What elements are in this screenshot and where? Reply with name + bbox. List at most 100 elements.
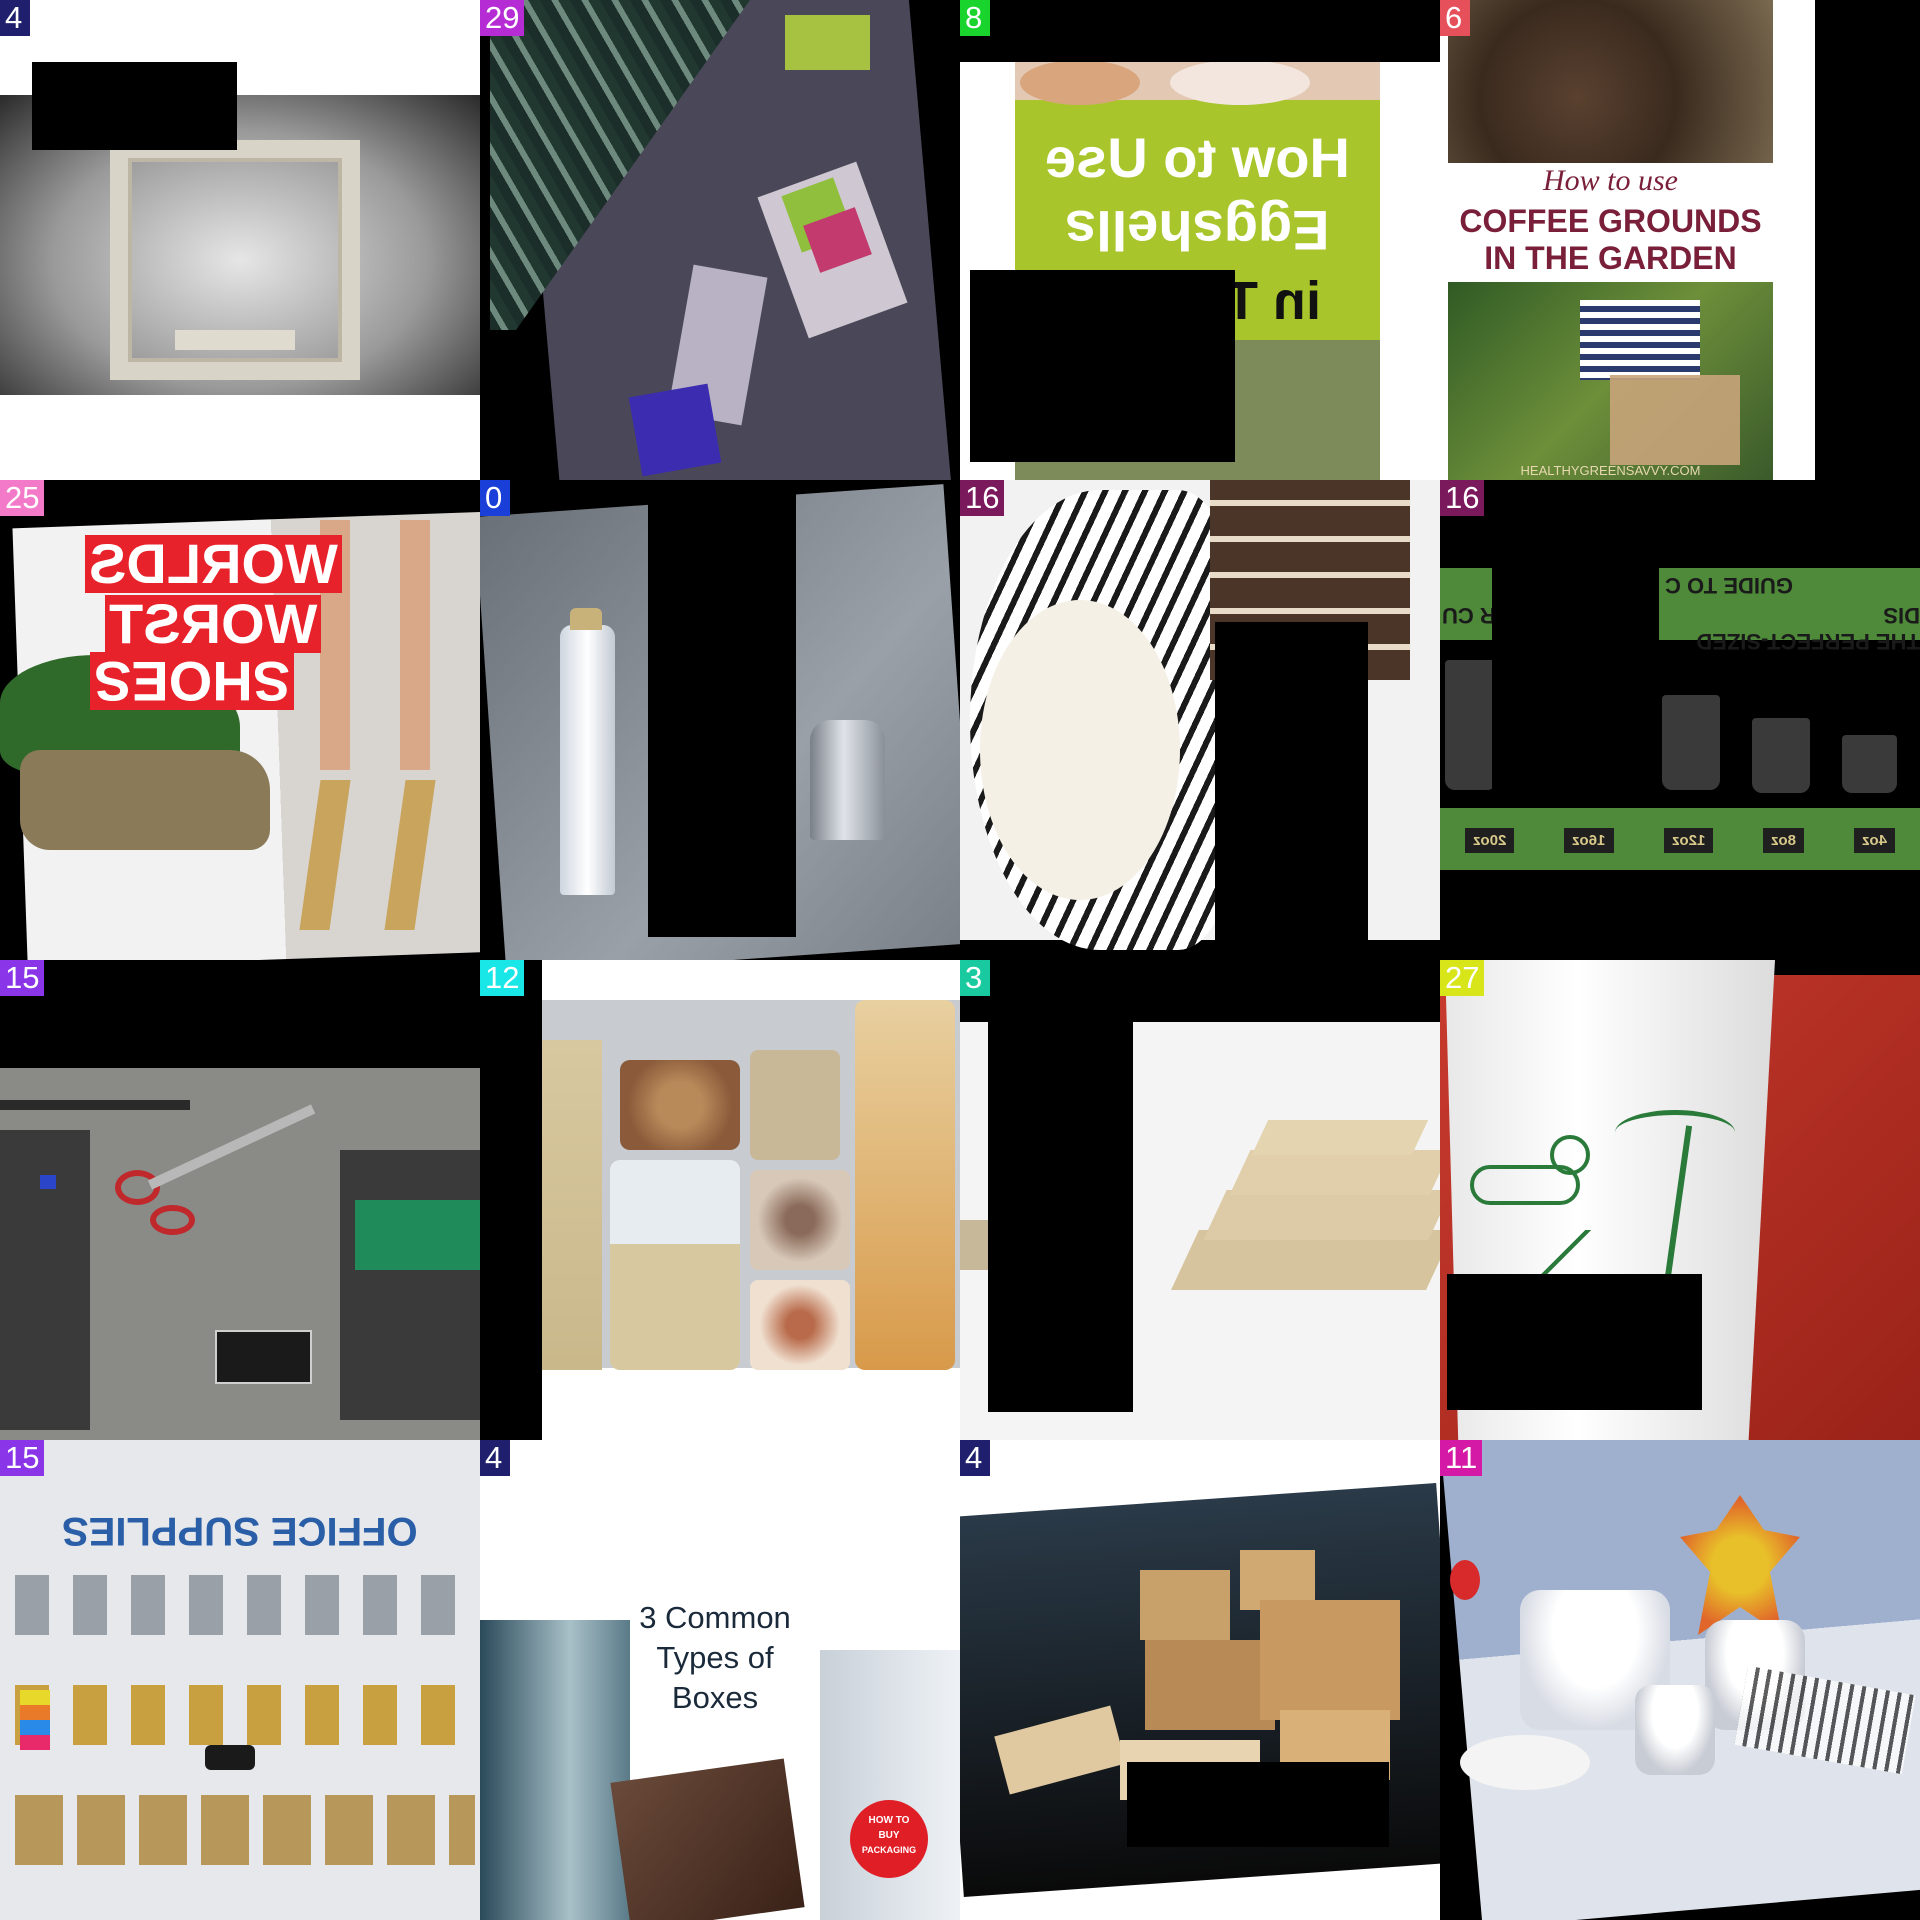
- tile-paper-cups: 16: [960, 480, 1440, 960]
- tile-badge: 16: [960, 480, 1005, 516]
- poster-title-line2: Types of: [656, 1640, 774, 1675]
- jar-rice: [610, 1160, 740, 1370]
- tile-badge: 3: [960, 960, 990, 996]
- jar-grain: [542, 1040, 602, 1370]
- redaction-box: [32, 62, 237, 150]
- poster-title-line3: in T: [1225, 271, 1321, 331]
- tile-foam-cup: 27: [1440, 960, 1920, 1440]
- highlighters-icon: [20, 1690, 50, 1750]
- stapler-icon: [205, 1745, 255, 1770]
- glass-jar-small: [1635, 1685, 1715, 1775]
- white-box: [820, 1650, 960, 1920]
- redaction-box: [1815, 0, 1920, 480]
- tile-tea-bags: 29: [480, 0, 960, 480]
- blue-clip: [40, 1175, 56, 1189]
- image-mosaic-grid: 4 29 How to Use Eggshells in T 8 How to …: [0, 0, 1920, 1920]
- can-nozzle: [570, 608, 602, 630]
- tile-badge: 16: [1440, 480, 1485, 516]
- tile-badge: 8: [960, 0, 990, 36]
- poster-title-line1: 3 Common: [639, 1600, 791, 1635]
- tile-cup-size-guide: GUIDE TO C THE PERFECT-SIZED DIS R CU 20…: [1440, 480, 1920, 960]
- redaction-box: [0, 960, 480, 1068]
- tile-coffee-grounds: How to use COFFEE GROUNDS IN THE GARDEN …: [1440, 0, 1920, 480]
- tile-box-pile: 4: [960, 1440, 1440, 1920]
- striped-shirt: [1580, 300, 1700, 380]
- redaction-box: [970, 270, 1235, 462]
- jar-mixed-beans: [750, 1280, 850, 1370]
- redaction-box: [1447, 1274, 1702, 1410]
- size-label: 8oz: [1762, 827, 1804, 853]
- tile-badge: 27: [1440, 960, 1485, 996]
- cardboard-box: [1140, 1570, 1230, 1640]
- cardboard-layer: [1251, 1120, 1429, 1155]
- tile-badge: 4: [0, 0, 30, 36]
- jar-pasta: [855, 1000, 955, 1370]
- tile-worst-shoes: WORLDS WORST SHOES 25: [0, 480, 480, 960]
- tile-pantry-jars: 12: [480, 960, 960, 1440]
- tea-bag-tag-blue: [628, 383, 722, 477]
- notebook-label: [355, 1200, 480, 1270]
- cloud-drawing: [1470, 1165, 1580, 1205]
- cup-8oz: [1752, 718, 1810, 793]
- tile-badge: 15: [0, 960, 45, 996]
- poster-title-line3: Boxes: [671, 1680, 759, 1715]
- jar-lid: [1460, 1735, 1590, 1790]
- redaction-box: [1492, 568, 1659, 795]
- redaction-box: [960, 960, 1440, 1022]
- cup-12oz: [1662, 695, 1720, 790]
- mushroom-figure: [1450, 1560, 1480, 1600]
- size-labels: 20oz 16oz 12oz 8oz 4oz: [1440, 820, 1920, 860]
- tile-cosmetic-jars: 11: [1440, 1440, 1920, 1920]
- redaction-box: [960, 0, 1440, 62]
- crocodile-shoe: [20, 750, 270, 850]
- guide-header-left: R CU: [1442, 603, 1496, 628]
- tile-badge: 11: [1440, 1440, 1483, 1476]
- cardboard-piece: [175, 330, 295, 350]
- redaction-box: [480, 960, 542, 1440]
- cardboard-box: [1145, 1640, 1275, 1730]
- tile-badge: 4: [960, 1440, 990, 1476]
- redaction-box: [1215, 622, 1368, 950]
- redaction-box: [988, 1022, 1133, 1412]
- leg: [400, 520, 430, 770]
- tile-badge: 4: [480, 1440, 510, 1476]
- size-label: 16oz: [1564, 827, 1614, 853]
- brown-box: [610, 1758, 805, 1920]
- palm-tree-leaves: [1615, 1110, 1735, 1155]
- cardboard-layer: [1203, 1190, 1440, 1240]
- supply-icons-row: [15, 1575, 475, 1635]
- redaction-box: [1127, 1762, 1389, 1847]
- poster-title-line1: COFFEE GROUNDS: [1459, 203, 1762, 239]
- supply-icons-row: [15, 1795, 475, 1865]
- tile-types-of-boxes: 3 Common Types of Boxes HOW TO BUY PACKA…: [480, 1440, 960, 1920]
- tile-badge: 25: [0, 480, 45, 516]
- tile-office-flatlay: 15: [0, 960, 480, 1440]
- tile-eggshells: How to Use Eggshells in T 8: [960, 0, 1440, 480]
- seal-line3: PACKAGING: [861, 1845, 917, 1855]
- white-aerosol-can: [560, 625, 615, 895]
- poster-title-line2: IN THE GARDEN: [1484, 240, 1737, 276]
- cardboard-layer: [1229, 1150, 1440, 1195]
- poster-title-line1: How to Use: [1045, 126, 1350, 189]
- rigid-box-photo: [480, 1620, 630, 1920]
- tile-cardboard-frame: 4: [0, 0, 480, 480]
- tile-badge: 15: [0, 1440, 45, 1476]
- tile-badge: 6: [1440, 0, 1470, 36]
- tile-office-supplies: OFFICE SUPPLIES 15: [0, 1440, 480, 1920]
- cup-20oz: [1445, 660, 1497, 790]
- tea-bag-tag-top: [785, 15, 870, 70]
- silver-can: [810, 720, 885, 840]
- photo-background: [1440, 1440, 1920, 1920]
- size-label: 20oz: [1464, 827, 1515, 853]
- cardboard-box: [1260, 1600, 1400, 1720]
- seal-line1: HOW TO: [868, 1815, 910, 1826]
- tile-badge: 12: [480, 960, 525, 996]
- supply-icons-row: [15, 1685, 475, 1745]
- poster-title-line1: WORLDS: [85, 532, 342, 595]
- pen: [0, 1100, 190, 1110]
- coffee-container: [1610, 375, 1740, 465]
- poster-title-line3: SHOES: [90, 650, 295, 713]
- redaction-box: [648, 485, 796, 937]
- jar-nuts: [620, 1060, 740, 1150]
- poster-title-line2: WORST: [105, 592, 322, 655]
